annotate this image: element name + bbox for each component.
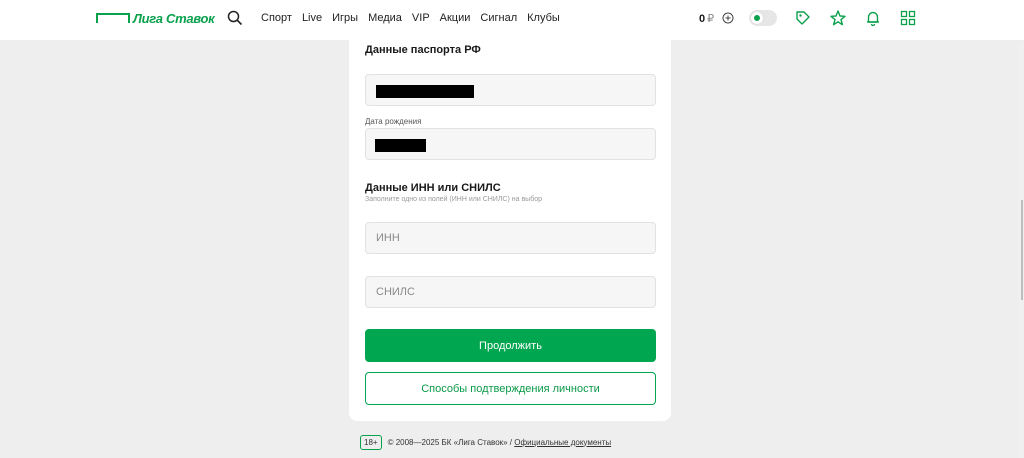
passport-number-field[interactable] xyxy=(365,74,656,106)
inn-section-heading: Данные ИНН или СНИЛС xyxy=(365,182,501,194)
nav-item-media[interactable]: Медиа xyxy=(368,12,402,24)
official-documents-link[interactable]: Официальные документы xyxy=(514,438,611,447)
coupon-icon[interactable] xyxy=(794,9,812,27)
toggle-indicator-icon xyxy=(754,15,760,21)
logo-mark-icon xyxy=(96,13,130,23)
balance[interactable]: 0 ₽ xyxy=(699,12,714,25)
inn-input[interactable] xyxy=(366,223,655,253)
grid-icon[interactable] xyxy=(899,9,917,27)
scrollbar-thumb[interactable] xyxy=(1021,200,1023,300)
balance-currency: ₽ xyxy=(707,13,715,25)
logo[interactable]: Лига Ставок xyxy=(96,11,215,27)
bell-icon[interactable] xyxy=(864,9,882,27)
nav-item-clubs[interactable]: Клубы xyxy=(527,12,560,24)
toggle-switch[interactable] xyxy=(749,10,777,26)
dob-label: Дата рождения xyxy=(365,117,422,126)
nav-item-live[interactable]: Live xyxy=(302,12,322,24)
star-icon[interactable] xyxy=(829,9,847,27)
age-restriction-badge: 18+ xyxy=(360,434,382,450)
verification-methods-button[interactable]: Способы подтверждения личности xyxy=(365,372,656,405)
snils-input[interactable] xyxy=(366,277,655,307)
search-icon[interactable] xyxy=(227,10,243,26)
nav-item-games[interactable]: Игры xyxy=(332,12,358,24)
redacted-value xyxy=(375,139,426,152)
balance-amount: 0 xyxy=(699,13,706,25)
plus-circle-icon[interactable] xyxy=(722,12,734,24)
passport-section-heading: Данные паспорта РФ xyxy=(365,44,481,56)
redacted-value xyxy=(376,85,474,98)
dob-field[interactable] xyxy=(365,128,656,160)
footer: 18+ © 2008—2025 БК «Лига Ставок» / Офици… xyxy=(360,434,611,450)
inn-field[interactable] xyxy=(365,222,656,254)
nav-item-promotions[interactable]: Акции xyxy=(440,12,471,24)
main-nav: Спорт Live Игры Медиа VIP Акции Сигнал К… xyxy=(261,12,560,24)
top-navigation-bar: Лига Ставок Спорт Live Игры Медиа VIP Ак… xyxy=(0,0,1024,40)
copyright-text: © 2008—2025 БК «Лига Ставок» / xyxy=(387,437,513,447)
inn-section-subtitle: Заполните одно из полей (ИНН или СНИЛС) … xyxy=(365,196,543,203)
nav-item-vip[interactable]: VIP xyxy=(412,12,430,24)
nav-item-sport[interactable]: Спорт xyxy=(261,12,292,24)
logo-text: Лига Ставок xyxy=(133,11,215,26)
snils-field[interactable] xyxy=(365,276,656,308)
nav-item-signal[interactable]: Сигнал xyxy=(480,12,517,24)
continue-button[interactable]: Продолжить xyxy=(365,329,656,362)
